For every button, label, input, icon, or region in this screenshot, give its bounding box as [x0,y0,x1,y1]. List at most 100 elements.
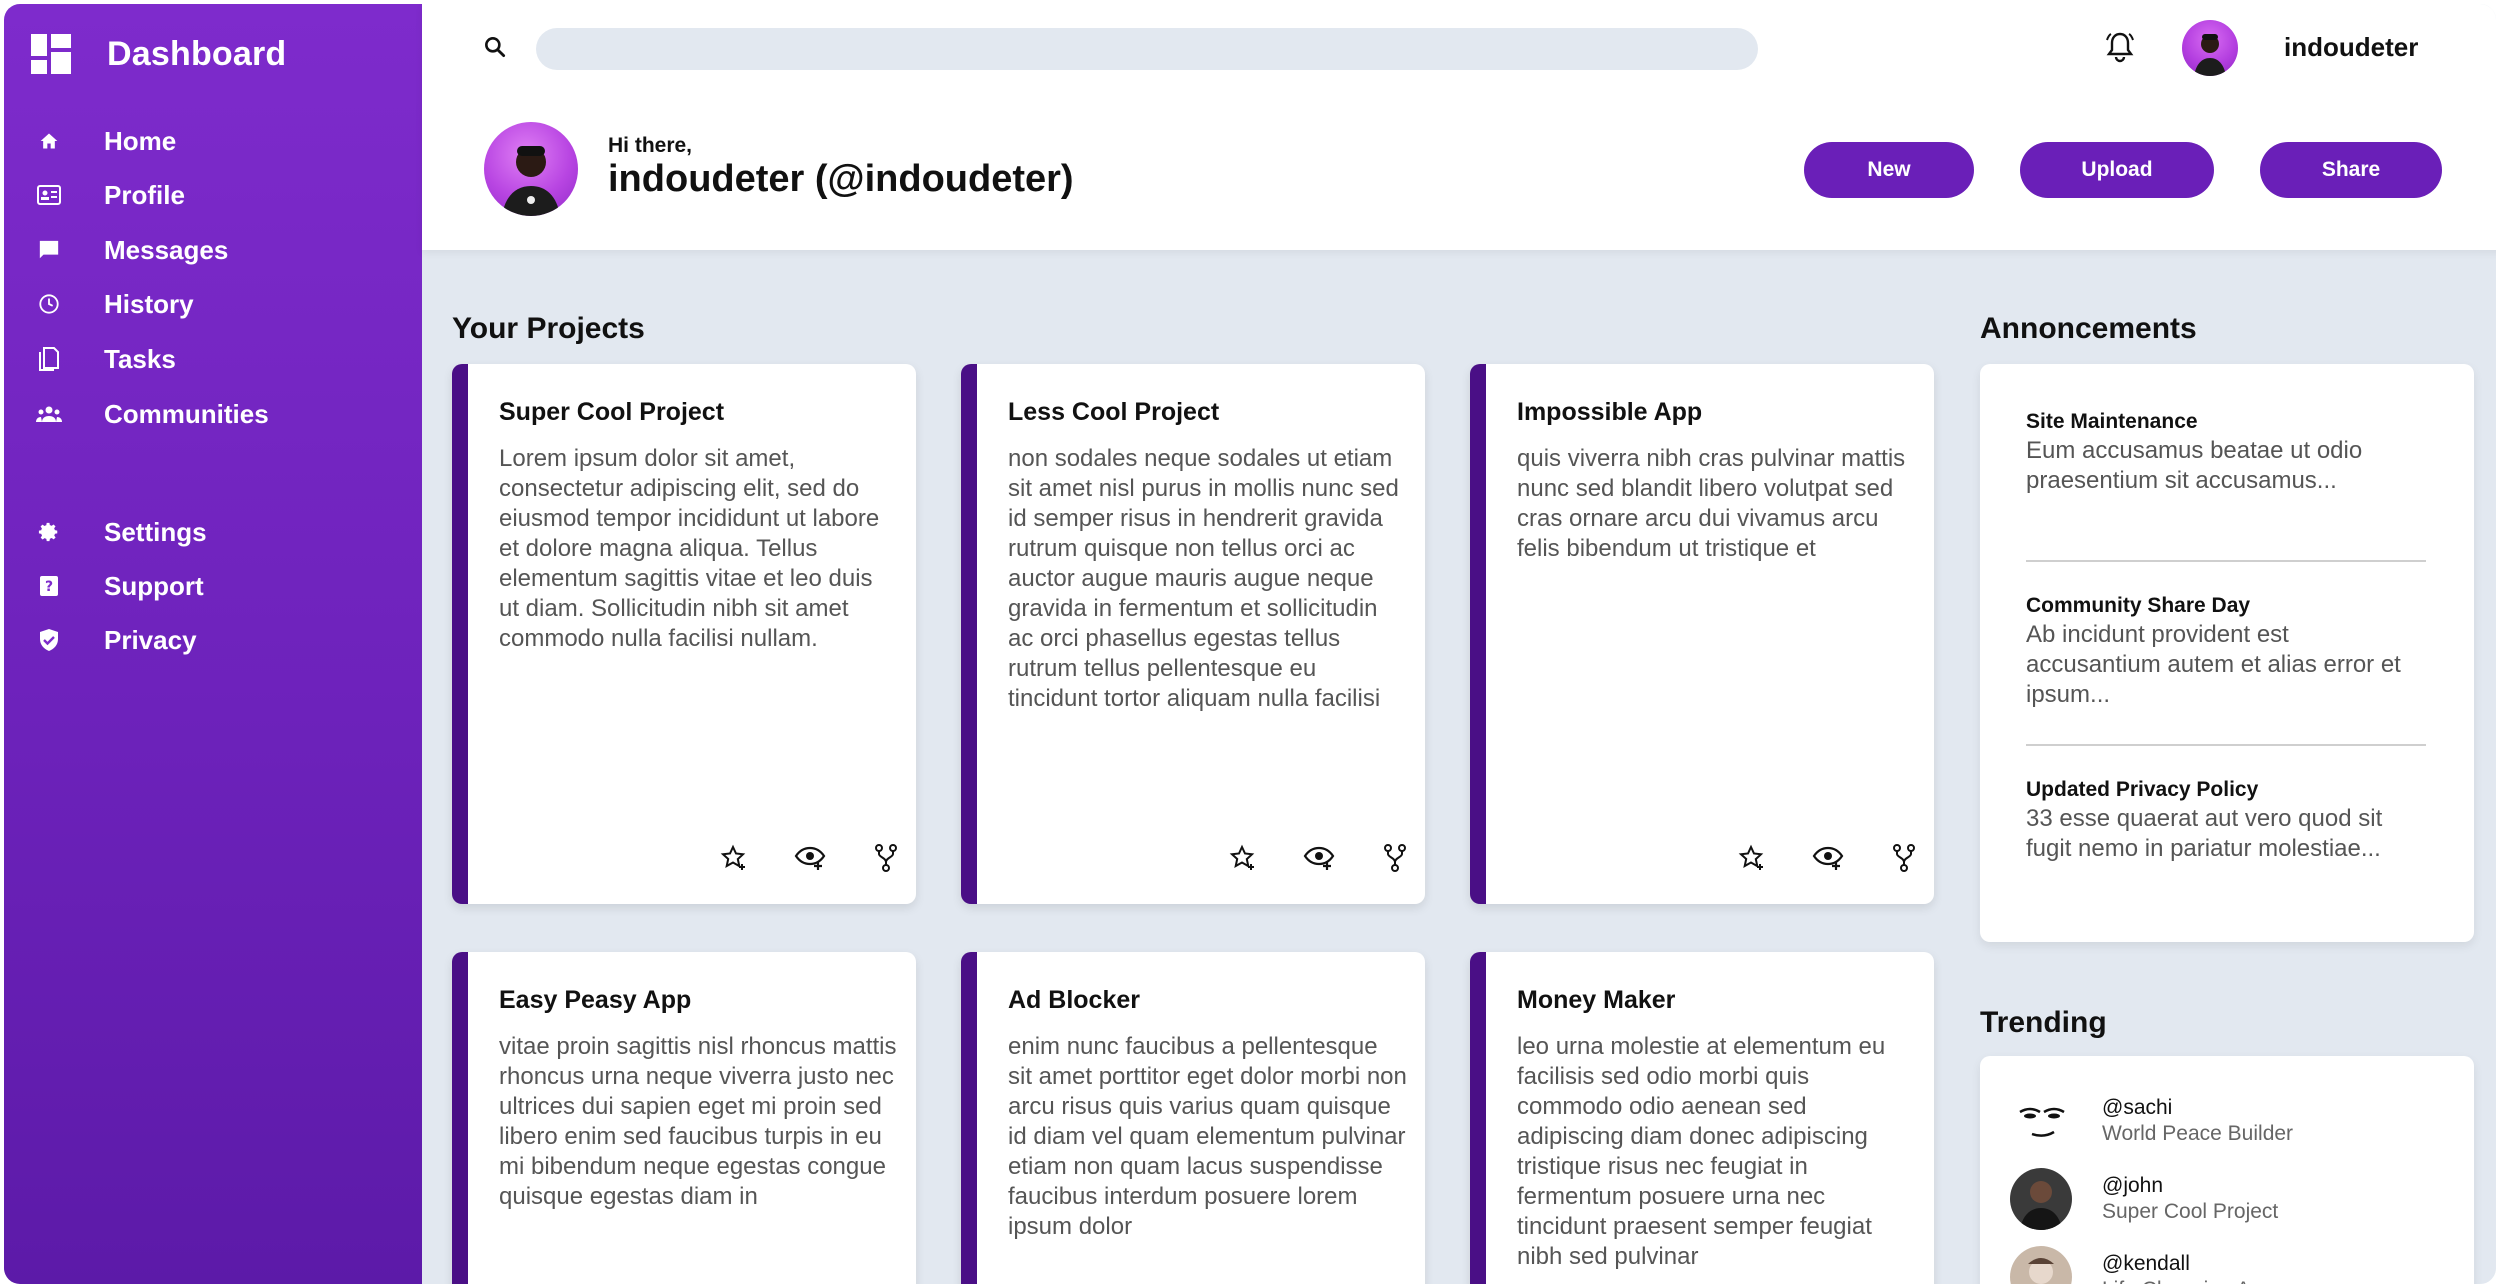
star-add-icon[interactable] [1227,842,1259,874]
trending-item[interactable]: @sachi World Peace Builder [2010,1090,2293,1152]
card-text: enim nunc faucibus a pellentesque sit am… [1008,1033,1407,1240]
sidebar-item-privacy[interactable]: Privacy [34,620,197,660]
search-icon[interactable] [482,34,508,65]
sidebar: Dashboard Home Profile Messages History … [4,4,422,1284]
trending-project: World Peace Builder [2102,1122,2294,1145]
sidebar-item-profile[interactable]: Profile [34,175,185,215]
announcement-body: Eum accusamus beatae ut odio praesentium… [2026,437,2363,494]
card-text: leo urna molestie at elementum eu facili… [1517,1033,1886,1270]
app-frame: Dashboard Home Profile Messages History … [0,0,2500,1288]
app-title: Dashboard [107,34,287,73]
card-title: Impossible App [1517,398,1703,426]
trending-project: Life Changing App [2102,1278,2274,1284]
sidebar-item-home[interactable]: Home [34,121,176,161]
clock-icon [34,289,64,319]
project-card[interactable]: Impossible App quis viverra nibh cras pu… [1470,364,1934,904]
trending-title: Trending [1980,1006,2107,1039]
project-card[interactable]: Money Maker leo urna molestie at element… [1470,952,1934,1284]
sidebar-item-label: Support [104,570,204,601]
avatar [2010,1246,2072,1284]
id-card-icon [34,180,64,210]
trending-handle: @sachi [2102,1096,2173,1119]
card-actions [1227,842,1411,874]
sidebar-item-support[interactable]: ? Support [34,566,204,606]
notification-bell-icon[interactable] [2104,30,2136,69]
card-title: Super Cool Project [499,398,725,426]
announcement-title: Site Maintenance [2026,410,2198,433]
brand[interactable]: Dashboard [31,34,286,74]
dashboard-icon [31,34,71,74]
card-title: Less Cool Project [1008,398,1220,426]
avatar [2010,1168,2072,1230]
card-title: Money Maker [1517,986,1676,1014]
chat-icon [34,235,64,265]
sidebar-item-label: Messages [104,234,229,265]
new-button[interactable]: New [1804,142,1974,198]
svg-text:?: ? [45,579,53,595]
card-text: vitae proin sagittis nisl rhoncus mattis… [499,1033,897,1210]
star-add-icon[interactable] [718,842,750,874]
announcement-body: Ab incidunt provident est accusantium au… [2026,621,2401,708]
project-card[interactable]: Easy Peasy App vitae proin sagittis nisl… [452,952,916,1284]
card-actions [718,842,902,874]
projects-title: Your Projects [452,312,645,345]
watch-icon[interactable] [1812,842,1844,874]
trending-item[interactable]: @kendall Life Changing App [2010,1246,2274,1284]
sidebar-item-label: Tasks [104,343,176,374]
star-add-icon[interactable] [1736,842,1768,874]
profile-avatar [484,122,578,216]
help-icon: ? [34,571,64,601]
fork-icon[interactable] [1379,842,1411,874]
card-title: Easy Peasy App [499,986,692,1014]
upload-button[interactable]: Upload [2020,142,2214,198]
project-card[interactable]: Ad Blocker enim nunc faucibus a pellente… [961,952,1425,1284]
divider [2026,744,2426,746]
search-input[interactable] [536,28,1758,70]
project-card[interactable]: Less Cool Project non sodales neque soda… [961,364,1425,904]
sidebar-item-history[interactable]: History [34,284,194,324]
sidebar-item-communities[interactable]: Communities [34,394,269,434]
username[interactable]: indoudeter [2284,32,2418,63]
card-text: non sodales neque sodales ut etiam sit a… [1008,445,1399,712]
home-icon [34,126,64,156]
share-button[interactable]: Share [2260,142,2442,198]
project-card[interactable]: Super Cool Project Lorem ipsum dolor sit… [452,364,916,904]
sidebar-item-settings[interactable]: Settings [34,512,207,552]
document-icon [34,344,64,374]
card-actions [1736,842,1920,874]
avatar[interactable] [2182,20,2238,76]
sidebar-item-messages[interactable]: Messages [34,230,228,270]
gear-icon [34,517,64,547]
trending-item[interactable]: @john Super Cool Project [2010,1168,2278,1230]
sidebar-item-label: Home [104,125,177,156]
announcement-title: Community Share Day [2026,594,2251,617]
trending-project: Super Cool Project [2102,1200,2279,1223]
announcement-title: Updated Privacy Policy [2026,778,2259,801]
announcement-item[interactable]: Community Share Day Ab incidunt providen… [2026,594,2426,710]
divider [2026,560,2426,562]
announcements-panel: Site Maintenance Eum accusamus beatae ut… [1980,364,2474,942]
fork-icon[interactable] [1888,842,1920,874]
announcement-item[interactable]: Site Maintenance Eum accusamus beatae ut… [2026,410,2426,496]
announcements-title: Annoncements [1980,312,2197,345]
fork-icon[interactable] [870,842,902,874]
people-icon [34,399,64,429]
shield-icon [34,625,64,655]
avatar [2010,1090,2072,1152]
card-title: Ad Blocker [1008,986,1140,1014]
sidebar-item-label: History [104,288,194,319]
watch-icon[interactable] [1303,842,1335,874]
trending-handle: @kendall [2102,1252,2190,1275]
card-text: quis viverra nibh cras pulvinar mattis n… [1517,445,1906,562]
card-text: Lorem ipsum dolor sit amet, consectetur … [499,445,880,652]
sidebar-item-tasks[interactable]: Tasks [34,339,176,379]
topbar: indoudeter Hi there, indoudeter (@indoud… [422,4,2496,250]
sidebar-item-label: Profile [104,179,185,210]
trending-panel: @sachi World Peace Builder @john Super C… [1980,1056,2474,1284]
profile-name: indoudeter (@indoudeter) [608,158,1074,200]
watch-icon[interactable] [794,842,826,874]
trending-handle: @john [2102,1174,2164,1197]
announcement-item[interactable]: Updated Privacy Policy 33 esse quaerat a… [2026,778,2426,864]
announcement-body: 33 esse quaerat aut vero quod sit fugit … [2026,805,2383,862]
sidebar-item-label: Communities [104,398,269,429]
